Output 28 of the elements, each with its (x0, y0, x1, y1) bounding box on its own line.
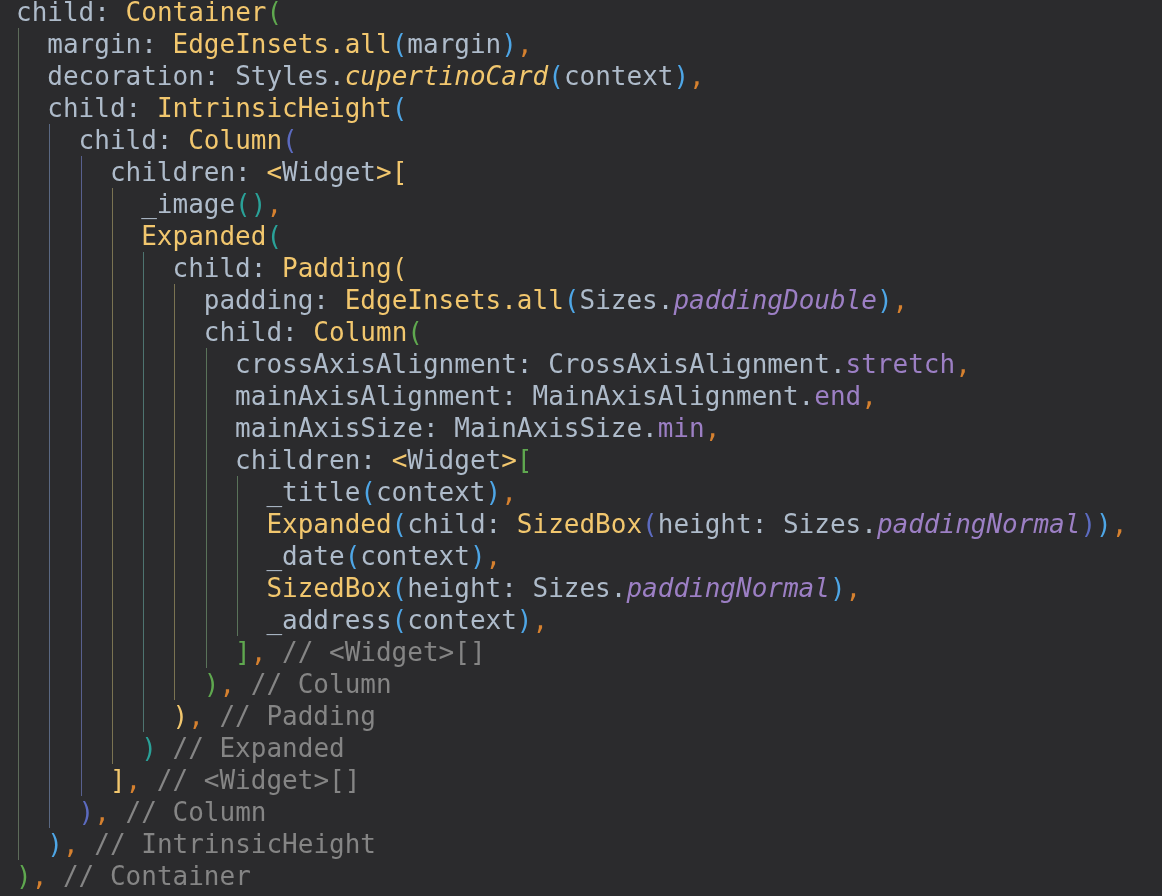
code-line: child: IntrinsicHeight( (47, 92, 408, 124)
code-line: mainAxisAlignment: MainAxisAlignment.end, (235, 380, 877, 412)
code-line: child: Column( (203, 316, 423, 348)
code-line: child: Column( (78, 124, 298, 156)
code-line: _image(), (141, 188, 283, 220)
code-line: ), // Container (16, 860, 251, 892)
code-line: crossAxisAlignment: CrossAxisAlignment.stretch, (235, 348, 971, 380)
code-line: _title(context), (266, 476, 517, 508)
code-line: Expanded(child: SizedBox(height: Sizes.paddingNormal)), (266, 508, 1128, 540)
code-line: ], // <Widget>[] (109, 764, 361, 796)
code-line: ), // Padding (172, 700, 376, 732)
code-line: ], // <Widget>[] (235, 636, 486, 668)
code-line: mainAxisSize: MainAxisSize.min, (235, 412, 721, 444)
code-line: children: <Widget>[ (109, 156, 408, 188)
code-line: padding: EdgeInsets.all(Sizes.paddingDouble), (203, 284, 909, 316)
code-line: children: <Widget>[ (235, 444, 533, 476)
code-line: ), // Column (78, 796, 267, 828)
code-line: child: Padding( (172, 252, 408, 284)
code-line: SizedBox(height: Sizes.paddingNormal), (266, 572, 862, 604)
code-line: ) // Expanded (141, 732, 345, 764)
code-line: _date(context), (266, 540, 502, 572)
code-line: ), // IntrinsicHeight (47, 828, 377, 860)
code-line: _address(context), (266, 604, 549, 636)
code-line: ), // Column (203, 668, 392, 700)
code-line: Expanded( (141, 220, 283, 252)
code-line: margin: EdgeInsets.all(margin), (47, 28, 533, 60)
code-line: child: Container( (16, 0, 283, 28)
code-line: decoration: Styles.cupertinoCard(context), (47, 60, 705, 92)
